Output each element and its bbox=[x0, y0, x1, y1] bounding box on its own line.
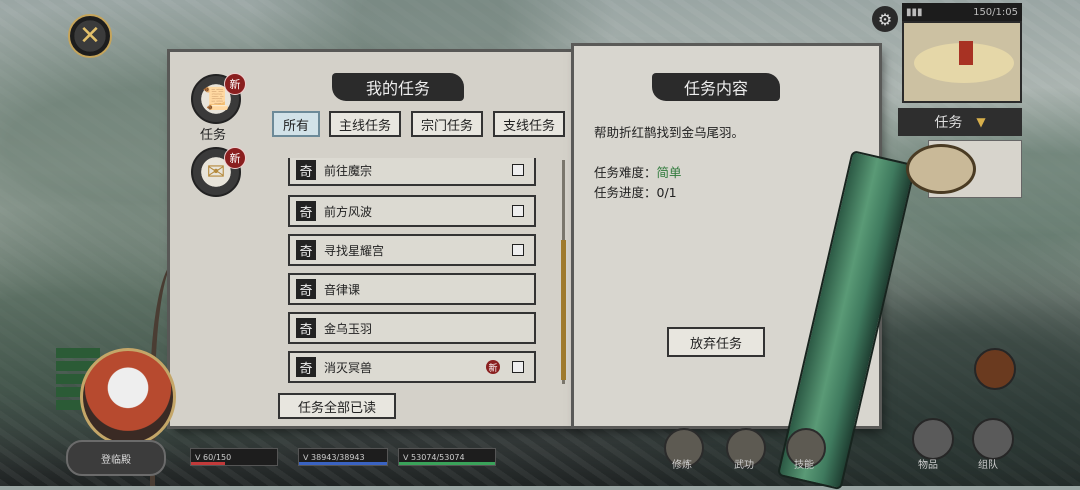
mp-stat: ᐯ 38943/38943 bbox=[298, 448, 388, 466]
close-button[interactable]: ✕ bbox=[68, 14, 112, 58]
buff-tag bbox=[56, 348, 100, 358]
quest-description: 帮助折红鹊找到金乌尾羽。 bbox=[594, 125, 745, 140]
skills-label: 技能 bbox=[794, 460, 814, 471]
quest-type-icon: 奇 bbox=[296, 279, 316, 299]
list-item[interactable]: 奇 金乌玉羽 bbox=[288, 312, 536, 344]
tab-all[interactable]: 所有 bbox=[272, 111, 320, 137]
quest-checkbox[interactable] bbox=[512, 205, 524, 217]
minimap-flag-icon bbox=[959, 41, 973, 65]
items-label: 物品 bbox=[918, 460, 938, 471]
mp-bar bbox=[299, 462, 387, 465]
quest-type-icon: 奇 bbox=[296, 160, 316, 180]
team-icon[interactable] bbox=[972, 418, 1014, 460]
scrollbar-thumb[interactable] bbox=[561, 240, 566, 380]
team-label: 组队 bbox=[978, 460, 998, 471]
quest-checkbox[interactable] bbox=[512, 244, 524, 256]
list-item[interactable]: 奇 寻找星耀宫 bbox=[288, 234, 536, 266]
status-text: 150/1:05 bbox=[973, 6, 1018, 18]
status-bar: ▮▮▮ 150/1:05 bbox=[902, 3, 1022, 21]
hp-stat: ᐯ 60/150 bbox=[190, 448, 278, 466]
signal-icon: ▮▮▮ bbox=[906, 6, 923, 18]
quest-type-icon: 奇 bbox=[296, 240, 316, 260]
difficulty-label: 任务难度： bbox=[594, 165, 657, 180]
tab-side-quests[interactable]: 支线任务 bbox=[493, 111, 565, 137]
items-icon[interactable] bbox=[912, 418, 954, 460]
difficulty-value: 简单 bbox=[656, 165, 682, 180]
quest-list-title: 我的任务 bbox=[332, 73, 464, 101]
quest-label: 音律课 bbox=[324, 282, 361, 297]
bamboo-cap-decoration bbox=[906, 144, 976, 194]
progress-label: 任务进度： bbox=[594, 185, 657, 200]
progress-value: 0/1 bbox=[656, 185, 677, 200]
mark-all-read-button[interactable]: 任务全部已读 bbox=[278, 393, 396, 419]
quest-label: 前方风波 bbox=[324, 204, 373, 219]
list-item[interactable]: 奇 前往魔宗 bbox=[288, 158, 536, 186]
tab-main-quests[interactable]: 主线任务 bbox=[329, 111, 401, 137]
stamina-bar bbox=[399, 462, 495, 465]
quest-checkbox[interactable] bbox=[512, 164, 524, 176]
map-quest-tab[interactable]: 任务 ▼ bbox=[898, 108, 1022, 136]
quest-type-icon: 奇 bbox=[296, 318, 316, 338]
minimap[interactable] bbox=[902, 21, 1022, 103]
stamina-stat: ᐯ 53074/53074 bbox=[398, 448, 496, 466]
quest-type-icon: 奇 bbox=[296, 357, 316, 377]
quest-type-icon: 奇 bbox=[296, 201, 316, 221]
tab-sect-quests[interactable]: 宗门任务 bbox=[411, 111, 483, 137]
quest-label: 消灭冥兽 bbox=[324, 360, 373, 375]
close-icon: ✕ bbox=[79, 21, 101, 51]
quest-checkbox[interactable] bbox=[512, 361, 524, 373]
quest-progress: 任务进度：0/1 bbox=[594, 182, 677, 201]
hp-text: ᐯ 60/150 bbox=[195, 452, 232, 462]
stamina-text: ᐯ 53074/53074 bbox=[403, 452, 465, 462]
hp-bar bbox=[191, 462, 226, 465]
player-button[interactable]: 登临殿 bbox=[66, 440, 166, 476]
player-avatar[interactable] bbox=[80, 348, 176, 446]
dropdown-triangle-icon: ▼ bbox=[976, 115, 986, 129]
settings-gear-icon[interactable]: ⚙ bbox=[872, 6, 898, 32]
new-badge: 新 bbox=[486, 360, 500, 374]
abandon-quest-button[interactable]: 放弃任务 bbox=[667, 327, 765, 357]
list-item[interactable]: 奇 前方风波 bbox=[288, 195, 536, 227]
list-item[interactable]: 奇 音律课 bbox=[288, 273, 536, 305]
quest-side-label: 任务 bbox=[200, 128, 227, 143]
quest-list[interactable]: 奇 前往魔宗 奇 前方风波 奇 寻找星耀宫 奇 音律课 奇 金乌玉羽 奇 消灭冥… bbox=[288, 158, 536, 384]
quest-label: 前往魔宗 bbox=[324, 163, 373, 178]
map-quest-tab-label: 任务 bbox=[934, 115, 963, 131]
new-badge: 新 bbox=[224, 73, 246, 95]
event-icon[interactable] bbox=[974, 348, 1016, 390]
martial-arts-label: 武功 bbox=[734, 460, 754, 471]
quest-difficulty: 任务难度：简单 bbox=[594, 162, 682, 181]
quest-label: 寻找星耀宫 bbox=[324, 243, 385, 258]
new-badge: 新 bbox=[224, 147, 246, 169]
cultivate-label: 修炼 bbox=[672, 460, 692, 471]
quest-label: 金乌玉羽 bbox=[324, 321, 373, 336]
mp-text: ᐯ 38943/38943 bbox=[303, 452, 365, 462]
list-item[interactable]: 奇 消灭冥兽 新 bbox=[288, 351, 536, 383]
quest-detail-title: 任务内容 bbox=[652, 73, 780, 101]
